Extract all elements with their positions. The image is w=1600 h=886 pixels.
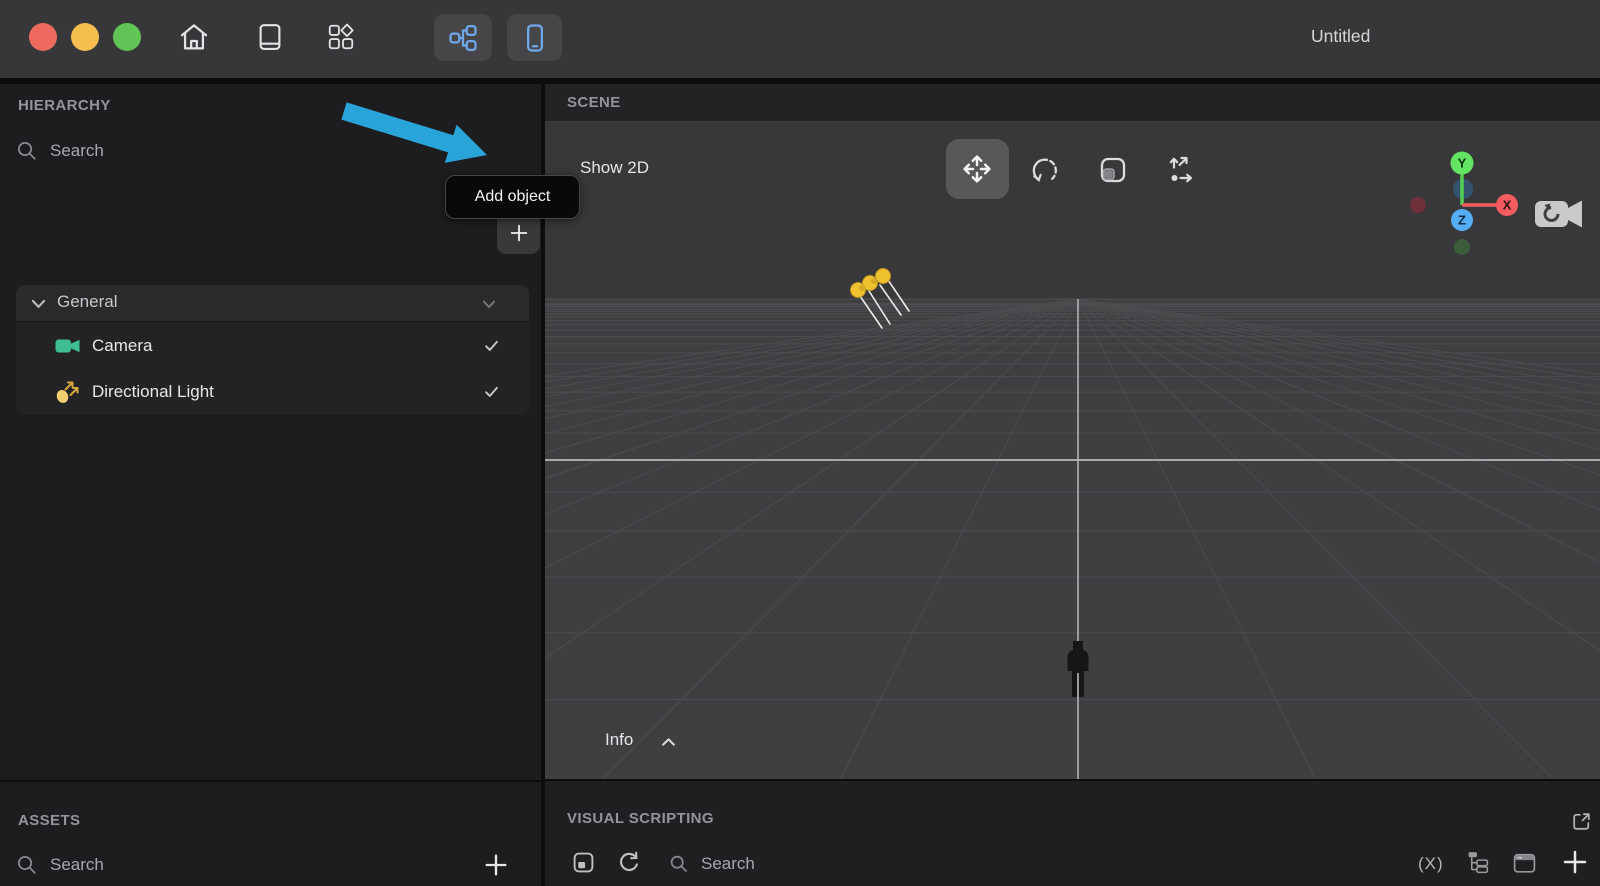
info-toggle[interactable]: Info [605, 730, 633, 750]
add-object-tooltip: Add object [445, 175, 580, 219]
visual-scripting-search-placeholder[interactable]: Search [701, 854, 755, 874]
library-book-icon[interactable] [255, 22, 285, 52]
tooltip-text: Add object [474, 188, 551, 205]
camera-view-button[interactable] [1534, 196, 1586, 232]
node-tree-icon [1468, 852, 1489, 874]
show-2d-button[interactable]: Show 2D [580, 158, 649, 178]
axis-neg-x-handle[interactable] [1410, 197, 1426, 213]
axis-z-label: Z [1458, 213, 1466, 228]
node-graph-icon [449, 25, 477, 51]
directional-light-icon [56, 381, 79, 403]
refresh-icon [620, 851, 638, 872]
item-label: Camera [92, 336, 153, 355]
search-icon [17, 141, 36, 160]
axis-y-label: Y [1458, 156, 1467, 171]
scale-tool-button[interactable] [1096, 153, 1130, 187]
scale-tool-icon [1100, 157, 1126, 183]
axis-orientation-gizmo[interactable]: Y X Z [1400, 140, 1545, 260]
add-asset-button[interactable] [482, 851, 510, 879]
hierarchy-search[interactable] [16, 140, 38, 162]
node-tree-button[interactable] [1466, 850, 1491, 875]
search-icon [17, 855, 36, 874]
visual-scripting-title: VISUAL SCRIPTING [567, 810, 714, 827]
open-in-new-window-button[interactable] [1570, 810, 1593, 833]
plus-icon [485, 854, 507, 876]
plus-icon [510, 224, 527, 241]
hierarchy-panel-title: HIERARCHY [18, 97, 111, 114]
top-toolbar: Untitled [0, 0, 1600, 78]
window-icon [1513, 853, 1536, 873]
hierarchy-item-camera[interactable]: Camera [16, 322, 529, 368]
search-icon [670, 855, 687, 872]
visual-scripting-mode-button[interactable] [434, 14, 492, 61]
phone-icon [527, 24, 543, 52]
camera-view-icon [1535, 200, 1582, 228]
add-node-button[interactable] [1560, 847, 1590, 877]
visual-scripting-search[interactable] [669, 854, 689, 874]
item-label: Directional Light [92, 382, 214, 401]
external-link-icon [1573, 813, 1590, 830]
rotate-tool-icon [1032, 158, 1057, 183]
home-icon[interactable] [177, 20, 211, 54]
close-window-button[interactable] [29, 23, 57, 51]
rotate-tool-button[interactable] [1027, 153, 1061, 187]
hierarchy-group-header[interactable]: General [16, 285, 529, 321]
variables-button[interactable]: (X) [1418, 854, 1444, 874]
chevron-down-icon[interactable] [31, 299, 46, 309]
plus-icon [1563, 850, 1587, 874]
scene-header: SCENE [545, 84, 1600, 121]
hierarchy-group: General Camera Directional Light [16, 285, 529, 415]
axis-neg-y-handle[interactable] [1454, 239, 1470, 255]
hierarchy-item-directional-light[interactable]: Directional Light [16, 368, 529, 415]
shapes-library-icon[interactable] [326, 22, 356, 52]
minimize-window-button[interactable] [71, 23, 99, 51]
assets-search-placeholder[interactable]: Search [50, 855, 104, 875]
transform-tool-button[interactable] [1165, 152, 1199, 186]
panel-layout-button[interactable] [1512, 851, 1537, 876]
visual-scripting-panel: VISUAL SCRIPTING Search (X) [545, 781, 1600, 886]
transform-tool-icon [1169, 156, 1192, 183]
directional-light-object[interactable] [838, 258, 928, 338]
assets-panel-title: ASSETS [18, 812, 81, 829]
device-preview-mode-button[interactable] [507, 14, 562, 61]
dock-panel-icon [573, 852, 594, 873]
scene-object-figure[interactable] [1066, 641, 1090, 697]
hierarchy-search-placeholder[interactable]: Search [50, 141, 104, 161]
refresh-button[interactable] [617, 850, 641, 874]
scene-viewport[interactable]: Show 2D Y X Z Info [545, 121, 1600, 779]
move-tool-button[interactable] [946, 139, 1009, 199]
document-title[interactable]: Untitled [1311, 26, 1370, 47]
dock-panel-button[interactable] [572, 851, 595, 874]
chevron-up-icon[interactable] [661, 737, 676, 747]
visibility-checkmark-icon[interactable] [484, 340, 499, 352]
camera-icon [55, 339, 80, 353]
divider [0, 780, 541, 782]
move-tool-icon [963, 155, 991, 183]
axis-x-label: X [1503, 198, 1512, 213]
group-label: General [57, 292, 118, 311]
assets-search[interactable] [16, 854, 38, 876]
group-visibility-chevron-icon[interactable] [482, 300, 496, 309]
visibility-checkmark-icon[interactable] [484, 386, 499, 398]
zoom-window-button[interactable] [113, 23, 141, 51]
scene-panel-title: SCENE [567, 94, 621, 111]
app-window: Untitled HIERARCHY Search General Camera… [0, 0, 1600, 886]
